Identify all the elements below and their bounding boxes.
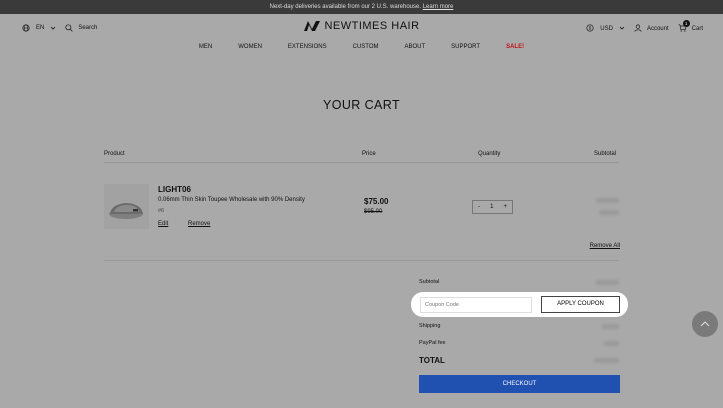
main-nav: MEN WOMEN EXTENSIONS CUSTOM ABOUT SUPPOR…	[0, 44, 723, 50]
back-to-top-button[interactable]	[692, 311, 718, 337]
currency-selector[interactable]: USD	[600, 26, 613, 32]
svg-text:$: $	[589, 26, 592, 31]
item-original-price: $95.00	[364, 209, 383, 215]
quantity-decrease-button[interactable]: -	[478, 204, 480, 210]
remove-link[interactable]: Remove	[188, 221, 210, 227]
quantity-stepper: - 1 +	[472, 200, 513, 214]
learn-more-link[interactable]: Learn more	[423, 4, 454, 10]
logo-mark-icon	[304, 21, 321, 31]
product-name[interactable]: LIGHT06	[158, 185, 191, 194]
product-thumbnail[interactable]	[104, 184, 149, 229]
apply-coupon-button[interactable]: APPLY COUPON	[541, 296, 620, 313]
paypal-fee-value-blurred	[604, 341, 619, 346]
brand-name: NEWTIMES HAIR	[324, 20, 420, 32]
header-right: $ USD Account 1 Cart	[586, 20, 703, 34]
column-header-price: Price	[362, 151, 376, 157]
announcement-text: Next-day deliveries available from our 2…	[269, 4, 422, 10]
cart-label[interactable]: Cart	[692, 26, 703, 32]
chevron-up-icon	[700, 315, 710, 333]
nav-item-support[interactable]: SUPPORT	[451, 44, 480, 50]
nav-item-extensions[interactable]: EXTENSIONS	[288, 44, 327, 50]
quantity-increase-button[interactable]: +	[503, 204, 507, 210]
column-header-subtotal: Subtotal	[594, 151, 617, 157]
nav-item-men[interactable]: MEN	[199, 44, 212, 50]
column-header-product: Product	[104, 151, 125, 157]
shipping-value-blurred	[602, 324, 619, 329]
cart-count-badge: 1	[682, 20, 690, 27]
nav-item-custom[interactable]: CUSTOM	[353, 44, 379, 50]
currency-icon[interactable]: $	[586, 24, 594, 34]
nav-item-sale[interactable]: SALE!	[506, 44, 524, 50]
remove-all-link[interactable]: Remove All	[590, 243, 620, 249]
divider	[104, 162, 619, 163]
divider	[104, 260, 619, 261]
announcement-bar: Next-day deliveries available from our 2…	[0, 0, 723, 14]
checkout-button[interactable]: CHECKOUT	[419, 375, 620, 393]
item-price: $75.00	[364, 197, 389, 206]
quantity-value[interactable]: 1	[490, 204, 493, 210]
column-header-quantity: Quantity	[478, 151, 501, 157]
account-icon[interactable]	[634, 24, 642, 34]
cart-icon[interactable]: 1	[678, 20, 690, 34]
chevron-down-icon[interactable]	[619, 25, 625, 33]
subtotal-value-blurred	[596, 280, 619, 285]
total-value-blurred	[594, 358, 619, 363]
shipping-label: Shipping	[419, 323, 441, 329]
page-title: YOUR CART	[323, 98, 400, 112]
product-variant: #6	[158, 208, 165, 214]
item-subtotal-blurred	[596, 198, 619, 203]
edit-link[interactable]: Edit	[158, 221, 168, 227]
nav-item-about[interactable]: ABOUT	[405, 44, 426, 50]
item-subtotal-blurred	[599, 210, 619, 215]
paypal-fee-label: PayPal fee	[419, 340, 446, 346]
product-description: 0.06mm Thin Skin Toupee Wholesale with 9…	[158, 197, 305, 203]
subtotal-label: Subtotal	[419, 279, 440, 285]
nav-item-women[interactable]: WOMEN	[238, 44, 262, 50]
account-label[interactable]: Account	[647, 26, 669, 32]
total-label: TOTAL	[419, 356, 445, 365]
coupon-code-input[interactable]	[420, 297, 532, 313]
